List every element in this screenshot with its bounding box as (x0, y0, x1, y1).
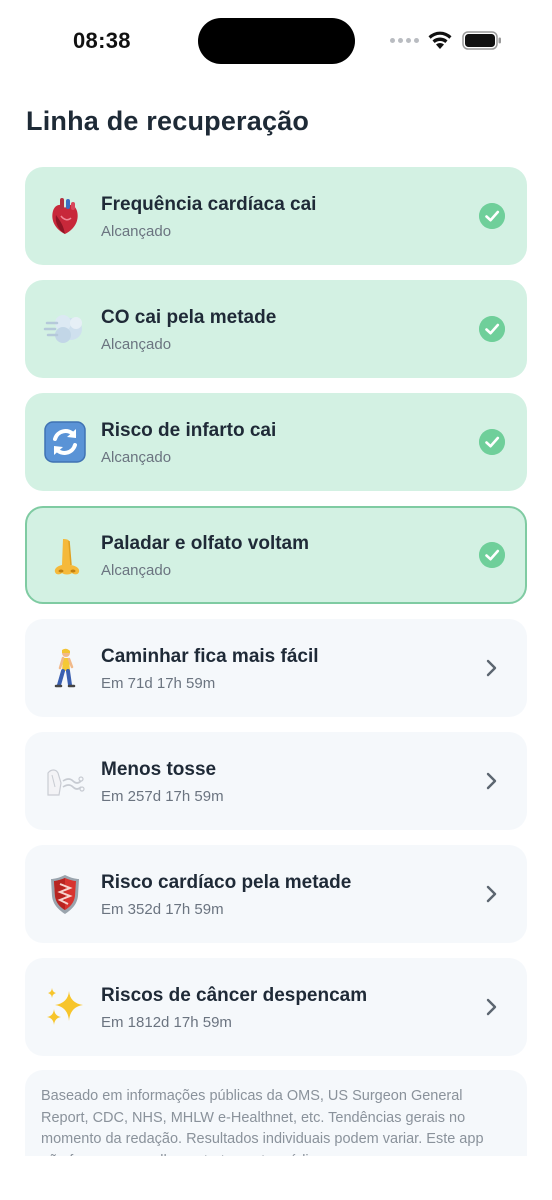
milestone-card-current[interactable]: Paladar e olfato voltam Alcançado (25, 506, 527, 604)
milestone-card[interactable]: Menos tosse Em 257d 17h 59m (25, 732, 527, 830)
milestone-status: Alcançado (101, 449, 172, 466)
milestone-title: Riscos de câncer despencam (101, 985, 368, 1006)
medical-disclaimer: Baseado em informações públicas da OMS, … (25, 1070, 527, 1156)
dynamic-island (198, 18, 355, 64)
milestone-card[interactable]: Risco cardíaco pela metade Em 352d 17h 5… (25, 845, 527, 943)
dashing-away-icon (43, 315, 82, 343)
counterclockwise-arrows-icon (44, 421, 86, 463)
check-circle-icon (479, 203, 505, 229)
cellular-signal-icon (390, 38, 419, 43)
milestone-status: Alcançado (101, 336, 172, 353)
disclaimer-text: Baseado em informações públicas da OMS, … (41, 1088, 484, 1156)
milestone-title: Caminhar fica mais fácil (101, 646, 319, 667)
sparkles-icon (47, 988, 83, 1025)
recovery-timeline-list: Frequência cardíaca cai Alcançado CO cai… (25, 167, 527, 1071)
page-title: Linha de recuperação (26, 106, 310, 136)
wifi-icon (428, 31, 452, 49)
check-circle-icon (479, 316, 505, 342)
chevron-right-icon (486, 998, 497, 1016)
milestone-countdown: Em 1812d 17h 59m (101, 1014, 232, 1031)
milestone-countdown: Em 352d 17h 59m (101, 901, 224, 918)
status-bar: 08:38 (0, 0, 552, 84)
lungs-wind-icon (47, 769, 85, 796)
milestone-title: Frequência cardíaca cai (101, 194, 317, 215)
check-circle-icon (479, 542, 505, 568)
milestone-title: CO cai pela metade (101, 307, 277, 328)
milestone-title: Risco cardíaco pela metade (101, 872, 352, 893)
chevron-right-icon (486, 659, 497, 677)
milestone-card[interactable]: Riscos de câncer despencam Em 1812d 17h … (25, 958, 527, 1056)
milestone-card[interactable]: Frequência cardíaca cai Alcançado (25, 167, 527, 265)
battery-icon (462, 31, 501, 50)
milestone-status: Alcançado (101, 562, 172, 579)
milestone-countdown: Em 71d 17h 59m (101, 675, 216, 692)
status-time: 08:38 (73, 28, 131, 53)
shield-icon (51, 875, 79, 914)
milestone-title: Paladar e olfato voltam (101, 533, 310, 554)
chevron-right-icon (486, 885, 497, 903)
nose-icon (54, 539, 80, 575)
milestone-countdown: Em 257d 17h 59m (101, 788, 224, 805)
milestone-card[interactable]: Caminhar fica mais fácil Em 71d 17h 59m (25, 619, 527, 717)
anatomical-heart-icon (52, 198, 78, 234)
check-circle-icon (479, 429, 505, 455)
milestone-card[interactable]: CO cai pela metade Alcançado (25, 280, 527, 378)
person-walking-icon (54, 648, 76, 688)
milestone-title: Risco de infarto cai (101, 420, 277, 441)
milestone-title: Menos tosse (101, 759, 217, 780)
milestone-card[interactable]: Risco de infarto cai Alcançado (25, 393, 527, 491)
chevron-right-icon (486, 772, 497, 790)
milestone-status: Alcançado (101, 223, 172, 240)
